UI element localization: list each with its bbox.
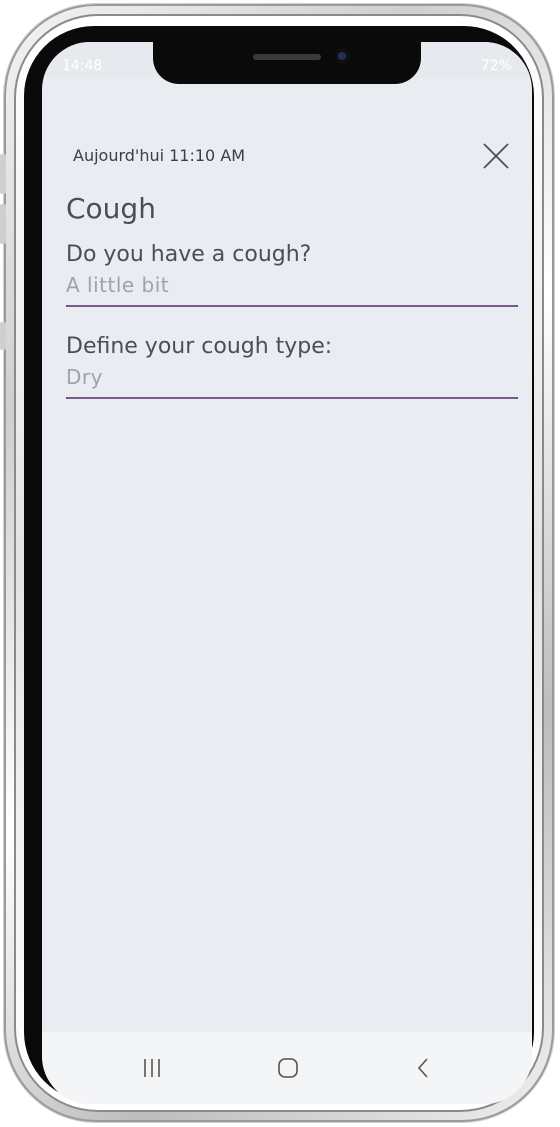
- notch: [153, 42, 421, 84]
- close-button[interactable]: [476, 136, 516, 176]
- close-icon: [483, 143, 509, 169]
- page-title: Cough: [66, 192, 156, 225]
- cough-question-field[interactable]: Do you have a cough? A little bit: [66, 242, 518, 307]
- status-battery: 72%: [480, 58, 512, 74]
- field-underline: [66, 397, 518, 399]
- field-value: Dry: [66, 365, 103, 389]
- screen: 14:48 72% Aujourd'hui 11:10 AM Cough Do …: [42, 42, 532, 1104]
- speaker: [253, 54, 321, 60]
- volume-up-button: [0, 154, 6, 194]
- date-label: Aujourd'hui 11:10 AM: [73, 146, 246, 165]
- field-underline: [66, 305, 518, 307]
- navigation-bar: [42, 1032, 532, 1104]
- phone-frame: 14:48 72% Aujourd'hui 11:10 AM Cough Do …: [0, 4, 554, 1122]
- cough-type-field[interactable]: Define your cough type: Dry: [66, 334, 518, 399]
- recent-apps-button[interactable]: [132, 1050, 172, 1086]
- back-button[interactable]: [404, 1050, 444, 1086]
- status-time: 14:48: [62, 58, 103, 74]
- side-button: [0, 322, 6, 350]
- camera-icon: [335, 49, 349, 63]
- recent-apps-icon: [144, 1059, 160, 1077]
- field-value: A little bit: [66, 273, 170, 297]
- home-icon: [278, 1058, 298, 1078]
- field-label: Do you have a cough?: [66, 242, 312, 267]
- home-button[interactable]: [268, 1050, 308, 1086]
- back-icon: [417, 1058, 428, 1078]
- field-label: Define your cough type:: [66, 334, 333, 359]
- volume-down-button: [0, 204, 6, 244]
